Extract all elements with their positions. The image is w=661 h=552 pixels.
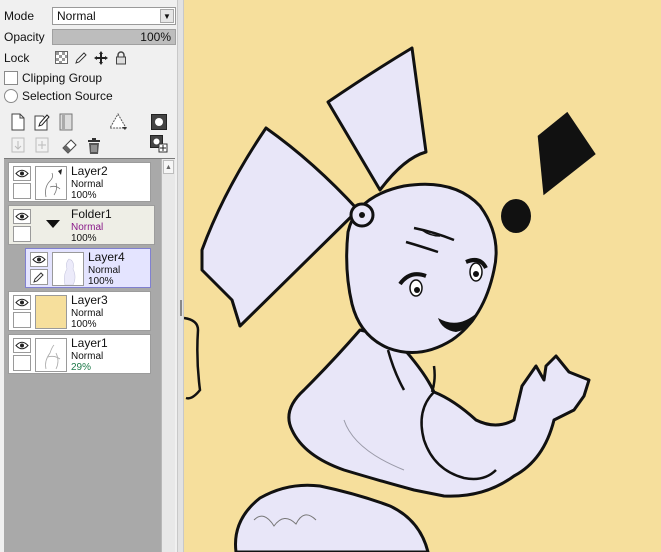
mode-label: Mode [4, 9, 35, 23]
opacity-row: Opacity 100% [4, 28, 176, 46]
folder-name: Folder1 [71, 207, 112, 221]
layer-item-layer4[interactable]: Layer4 Normal 100% [25, 248, 151, 288]
layer-item-folder1[interactable]: Folder1 Normal 100% [8, 205, 155, 245]
opacity-value: 100% [140, 30, 171, 44]
layer-scrollbar[interactable]: ▲ [161, 159, 175, 552]
folder-opacity: 100% [71, 233, 97, 244]
layer-toolbar [4, 108, 174, 158]
move-lock-icon[interactable] [92, 49, 110, 66]
layer-empty-toggle[interactable] [13, 312, 31, 328]
merge-down-icon[interactable] [32, 136, 52, 156]
lock-label: Lock [4, 51, 30, 65]
eye-icon[interactable] [30, 252, 48, 267]
layer-mode: Normal [71, 351, 104, 362]
triangle-tool-icon[interactable] [108, 112, 128, 132]
transfer-down-icon[interactable] [8, 136, 28, 156]
mode-row: Mode Normal ▼ [4, 7, 176, 25]
layer-opacity: 100% [71, 190, 97, 201]
layer-item-layer2[interactable]: Layer2 Normal 100% [8, 162, 151, 202]
selection-source-checkbox[interactable] [4, 89, 18, 103]
eye-icon[interactable] [13, 295, 31, 310]
eye-icon[interactable] [13, 338, 31, 353]
body [287, 328, 591, 498]
trash-icon[interactable] [84, 136, 104, 156]
pen-page-icon[interactable] [32, 112, 52, 132]
selection-source-row[interactable]: Selection Source [4, 88, 113, 104]
layer-thumbnail [52, 252, 84, 286]
layer-item-layer3[interactable]: Layer3 Normal 100% [8, 291, 151, 331]
drawing-canvas[interactable] [184, 0, 661, 552]
layer-thumbnail [35, 338, 67, 372]
clipping-group-checkbox[interactable] [4, 71, 18, 85]
layer-mode: Normal [88, 265, 121, 276]
layer-empty-toggle[interactable] [13, 226, 31, 242]
scroll-up-icon[interactable]: ▲ [163, 160, 174, 174]
layer-opacity: 29% [71, 362, 92, 373]
eye-icon[interactable] [13, 209, 31, 224]
layer-thumbnail [35, 295, 67, 329]
opacity-label: Opacity [4, 30, 45, 44]
clipping-group-row[interactable]: Clipping Group [4, 70, 102, 86]
layer-name: Layer3 [71, 293, 108, 307]
clipping-group-label: Clipping Group [22, 71, 103, 85]
layer-empty-toggle[interactable] [13, 183, 31, 199]
layer-opacity: 100% [88, 276, 114, 287]
mask-icon[interactable] [149, 112, 169, 132]
folder-mode: Normal [71, 222, 104, 233]
layer-name: Layer1 [71, 336, 108, 350]
left-pigtail [200, 126, 360, 328]
pen-lock-icon[interactable] [72, 49, 90, 66]
right-pigtail [326, 46, 428, 192]
layer-list: Layer2 Normal 100% Folder1 Normal 100% L… [4, 158, 175, 552]
layer-name: Layer2 [71, 164, 108, 178]
add-mask-icon[interactable] [149, 134, 169, 154]
layer-empty-toggle[interactable] [13, 355, 31, 371]
pen-icon[interactable] [30, 269, 48, 285]
eye-icon[interactable] [13, 166, 31, 181]
selection-source-label: Selection Source [22, 89, 113, 103]
checker-lock-icon[interactable] [52, 49, 70, 66]
folder-page-icon[interactable] [56, 112, 76, 132]
layer-name: Layer4 [88, 250, 125, 264]
layer-thumbnail [35, 166, 67, 200]
panel-divider[interactable] [177, 0, 184, 552]
padlock-icon[interactable] [112, 49, 130, 66]
hips [234, 483, 430, 552]
divider-grip[interactable] [180, 300, 182, 316]
blend-mode-select[interactable]: Normal ▼ [52, 7, 176, 25]
new-page-icon[interactable] [8, 112, 28, 132]
opacity-slider[interactable]: 100% [52, 29, 176, 45]
chevron-down-icon[interactable]: ▼ [160, 9, 174, 23]
layer-panel: Mode Normal ▼ Opacity 100% Lock Clipping… [0, 0, 177, 552]
layer-item-layer1[interactable]: Layer1 Normal 29% [8, 334, 151, 374]
triangle-down-icon[interactable] [45, 218, 61, 232]
exclamation-mark [537, 111, 596, 196]
layer-mode: Normal [71, 179, 104, 190]
blend-mode-value: Normal [57, 9, 96, 23]
artwork [184, 46, 596, 552]
layer-mode: Normal [71, 308, 104, 319]
layer-opacity: 100% [71, 319, 97, 330]
eraser-icon[interactable] [60, 136, 80, 156]
lock-row: Lock [4, 49, 176, 67]
